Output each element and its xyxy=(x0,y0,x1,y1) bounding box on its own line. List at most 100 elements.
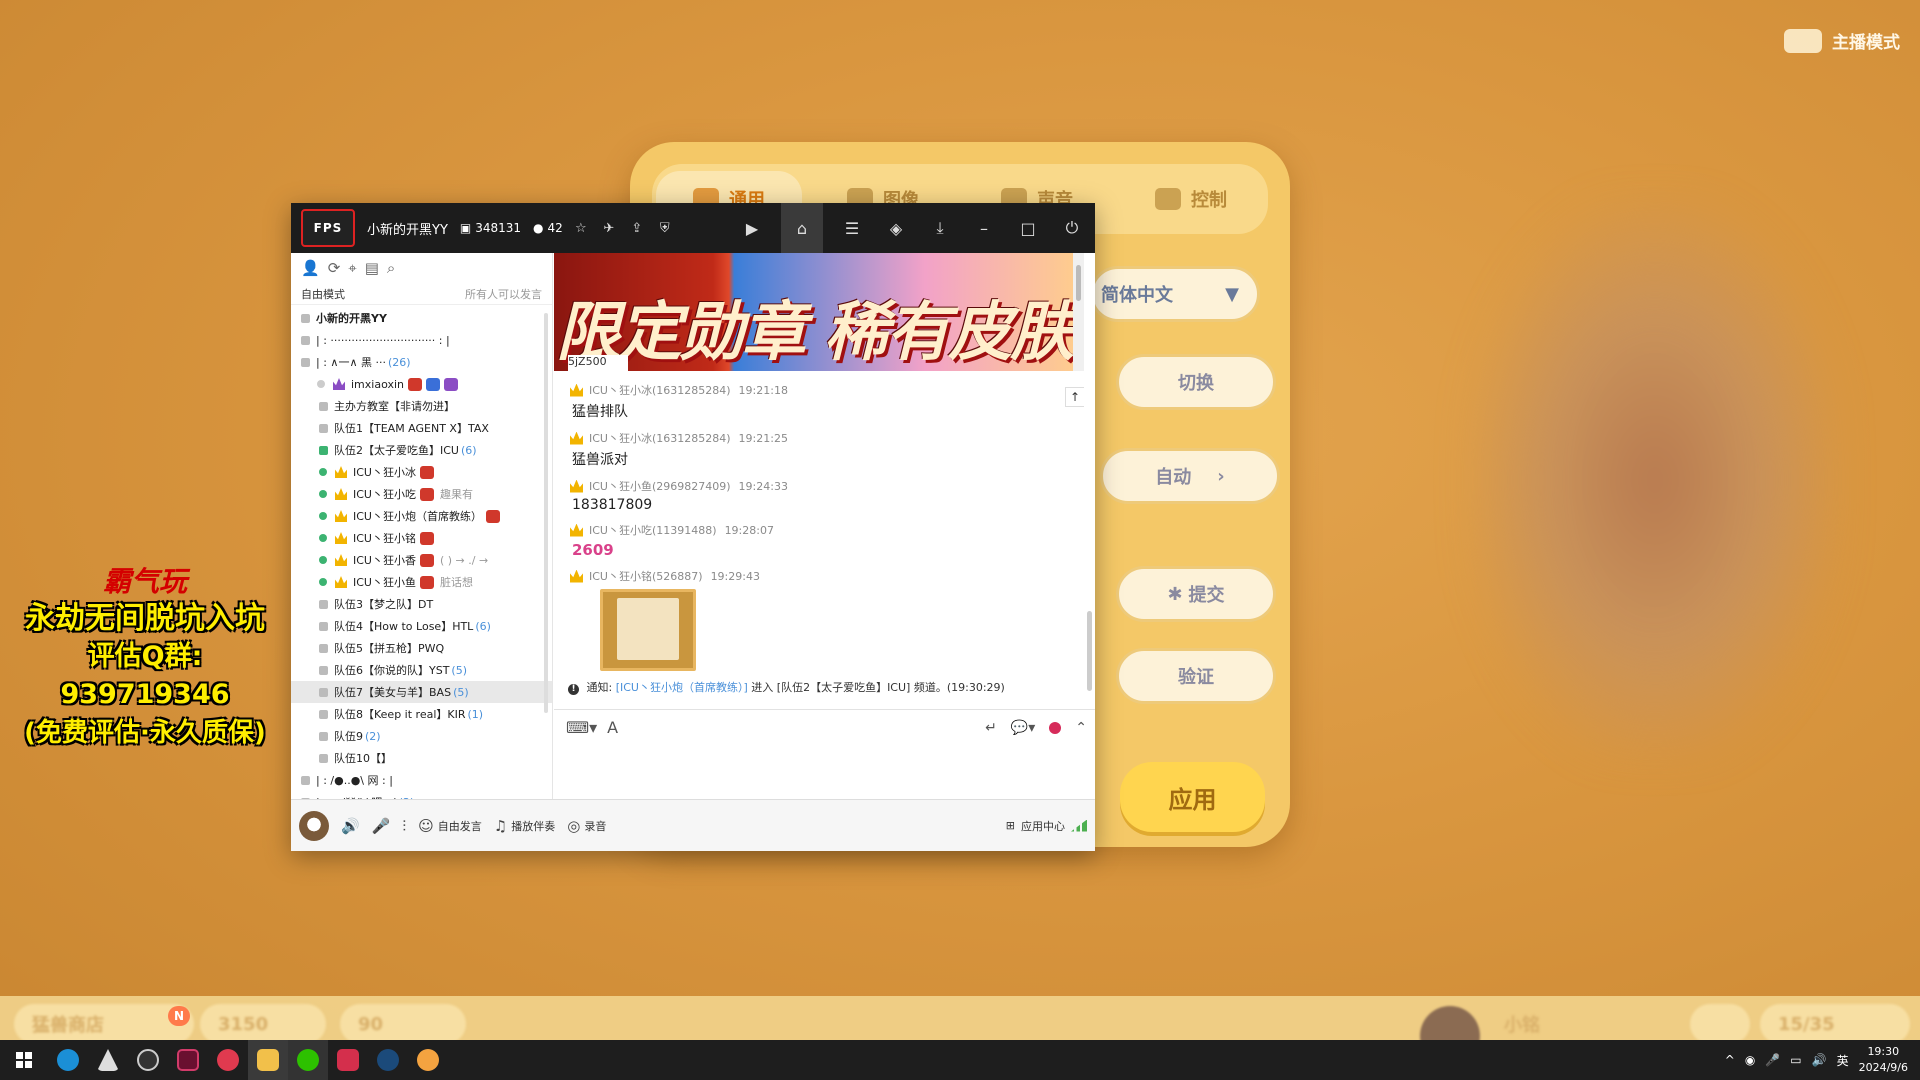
microphone-icon[interactable]: 🎤 xyxy=(1765,1053,1780,1067)
speaker-icon[interactable]: 🔊 xyxy=(341,817,360,835)
board-icon[interactable]: ▤ xyxy=(365,259,379,277)
my-avatar[interactable] xyxy=(299,810,329,841)
emoji-game-icon[interactable]: ⌨▾ xyxy=(566,718,597,737)
chat-bubble-icon[interactable]: 💬▾ xyxy=(1011,720,1035,736)
message-sender[interactable]: ICU丶狂小吃(11391488) xyxy=(589,522,717,538)
message-sender[interactable]: ICU丶狂小冰(1631285284) xyxy=(589,430,731,446)
member-row[interactable]: ICU丶狂小香 ( ) → ./ → xyxy=(291,549,552,571)
channel-row[interactable]: 队伍6【你说的队】YST (5) xyxy=(291,659,552,681)
app-grid-icon[interactable]: ⊞ xyxy=(1006,819,1015,832)
taskbar-netease-music[interactable] xyxy=(208,1040,248,1080)
minimize-icon[interactable]: – xyxy=(969,213,999,243)
member-row[interactable]: ICU丶狂小炮（首席教练） xyxy=(291,505,552,527)
member-row[interactable]: ICU丶狂小铭 xyxy=(291,527,552,549)
free-speak-button[interactable]: 自由发言 xyxy=(438,818,482,834)
channel-row[interactable]: | : /●..●\ 网 : | xyxy=(291,769,552,791)
search-icon[interactable]: ⌕ xyxy=(387,259,395,277)
shop-button[interactable]: 猛兽商店 xyxy=(14,1004,194,1044)
speak-mode[interactable]: 自由模式 xyxy=(301,286,345,302)
member-icon[interactable]: 👤 xyxy=(301,259,320,277)
verify-button[interactable]: 验证 xyxy=(1116,648,1276,704)
channel-row[interactable]: 小新的开黑YY xyxy=(291,307,552,329)
taskbar-wechat[interactable] xyxy=(288,1040,328,1080)
member-row[interactable]: ICU丶狂小吃 趣果有 xyxy=(291,483,552,505)
message-sender[interactable]: ICU丶狂小冰(1631285284) xyxy=(589,382,731,398)
banner-scrollbar[interactable] xyxy=(1073,253,1084,371)
chat-scrollbar[interactable] xyxy=(1084,371,1095,709)
member-row[interactable]: imxiaoxin xyxy=(291,373,552,395)
taskbar-app-8[interactable] xyxy=(328,1040,368,1080)
member-row[interactable]: ICU丶狂小鱼 脏话想 xyxy=(291,571,552,593)
enter-icon[interactable]: ↵ xyxy=(985,720,997,736)
channel-row[interactable]: | : ······························ : | xyxy=(291,329,552,351)
channel-row[interactable]: 队伍2【太子爱吃鱼】ICU (6) xyxy=(291,439,552,461)
ime-indicator[interactable]: 英 xyxy=(1837,1052,1849,1069)
language-select[interactable]: 简体中文 ▼ xyxy=(1090,266,1260,322)
promo-banner[interactable]: 限定勋章 稀有皮肤 5jZ500 xyxy=(554,253,1084,371)
channel-row[interactable]: 队伍10【】 xyxy=(291,747,552,769)
list-icon[interactable]: ☰ xyxy=(837,213,867,243)
volume-icon[interactable]: 🔊 xyxy=(1812,1053,1827,1067)
music-note-icon[interactable]: ♫ xyxy=(494,817,507,835)
settings-icon-button[interactable] xyxy=(1690,1004,1750,1044)
notice-user[interactable]: [ICU丶狂小炮（首席教练）] xyxy=(616,681,748,694)
share-icon[interactable]: ⇪ xyxy=(627,218,647,238)
channel-row[interactable]: 队伍7【美女与羊】BAS (5) xyxy=(291,681,552,703)
clock[interactable]: 19:30 2024/9/6 xyxy=(1859,1044,1908,1076)
channel-row[interactable]: 队伍8【Keep it real】KIR (1) xyxy=(291,703,552,725)
video-icon[interactable]: ▶ xyxy=(737,213,767,243)
play-music-button[interactable]: 播放伴奏 xyxy=(511,818,555,834)
taskbar-steam[interactable] xyxy=(368,1040,408,1080)
location-icon[interactable]: ⌖ xyxy=(348,259,356,277)
app-center-button[interactable]: 应用中心 xyxy=(1021,818,1065,834)
mixer-icon[interactable]: ⫶ xyxy=(402,817,406,835)
home-icon[interactable]: ⌂ xyxy=(781,203,823,253)
taskbar-app-2[interactable] xyxy=(88,1040,128,1080)
channel-row[interactable]: 主办方教室【非请勿进】 xyxy=(291,395,552,417)
scroll-top-button[interactable]: ↑ xyxy=(1065,387,1085,407)
taskbar-obs[interactable] xyxy=(128,1040,168,1080)
submit-button[interactable]: ✱ 提交 xyxy=(1116,566,1276,622)
message-sender[interactable]: ICU丶狂小铭(526887) xyxy=(589,568,703,584)
message-image[interactable] xyxy=(600,589,696,671)
start-button[interactable] xyxy=(0,1040,48,1080)
shield-icon[interactable]: ⛨ xyxy=(655,218,675,238)
gamepad-icon[interactable]: ◈ xyxy=(881,213,911,243)
microphone-icon[interactable]: 🎤 xyxy=(372,817,391,835)
qq-icon[interactable]: ◉ xyxy=(1745,1053,1755,1067)
channel-row[interactable]: 队伍3【梦之队】DT xyxy=(291,593,552,615)
channel-row[interactable]: 队伍5【拼五枪】PWQ xyxy=(291,637,552,659)
auto-select[interactable]: 自动 › xyxy=(1100,448,1280,504)
record-icon[interactable]: ◎ xyxy=(567,817,580,835)
maximize-icon[interactable]: □ xyxy=(1013,213,1043,243)
message-sender[interactable]: ICU丶狂小鱼(2969827409) xyxy=(589,478,731,494)
host-mode-toggle[interactable]: 主播模式 xyxy=(1784,28,1900,53)
sidebar-scrollbar[interactable] xyxy=(544,313,548,713)
switch-button[interactable]: 切换 xyxy=(1116,354,1276,410)
channel-row[interactable]: | : ∧一∧ 黑 ··· (26) xyxy=(291,351,552,373)
message-input-area[interactable]: ⌨▾ A ↵ 💬▾ ⌃ xyxy=(554,709,1095,799)
free-speak-icon[interactable]: ☺ xyxy=(418,817,434,835)
chevron-up-icon[interactable]: ^ xyxy=(1725,1053,1735,1067)
power-icon[interactable]: ⏻ xyxy=(1057,213,1087,243)
chevron-up-icon[interactable]: ⌃ xyxy=(1075,720,1087,736)
channel-logo[interactable]: FPS xyxy=(301,209,355,247)
rose-gift-icon[interactable] xyxy=(1049,722,1062,734)
taskbar-yy[interactable] xyxy=(408,1040,448,1080)
member-row[interactable]: ICU丶狂小冰 xyxy=(291,461,552,483)
channel-row[interactable]: 队伍9 (2) xyxy=(291,725,552,747)
channel-row[interactable]: 队伍4【How to Lose】HTL (6) xyxy=(291,615,552,637)
font-style-icon[interactable]: A xyxy=(607,718,618,737)
channel-row[interactable]: 队伍1【TEAM AGENT X】TAX xyxy=(291,417,552,439)
fly-icon[interactable]: ✈ xyxy=(599,218,619,238)
taskbar-app-6[interactable] xyxy=(248,1040,288,1080)
apply-button[interactable]: 应用 xyxy=(1120,762,1265,832)
download-icon[interactable]: ⤓ xyxy=(925,213,955,243)
taskbar-edge[interactable] xyxy=(48,1040,88,1080)
refresh-icon[interactable]: ⟳ xyxy=(328,259,341,277)
tab-control[interactable]: 控制 xyxy=(1118,171,1264,227)
taskbar-app-4[interactable] xyxy=(168,1040,208,1080)
record-button[interactable]: 录音 xyxy=(584,818,606,834)
favorite-star-icon[interactable]: ☆ xyxy=(571,218,591,238)
network-icon[interactable]: ▭ xyxy=(1790,1053,1801,1067)
